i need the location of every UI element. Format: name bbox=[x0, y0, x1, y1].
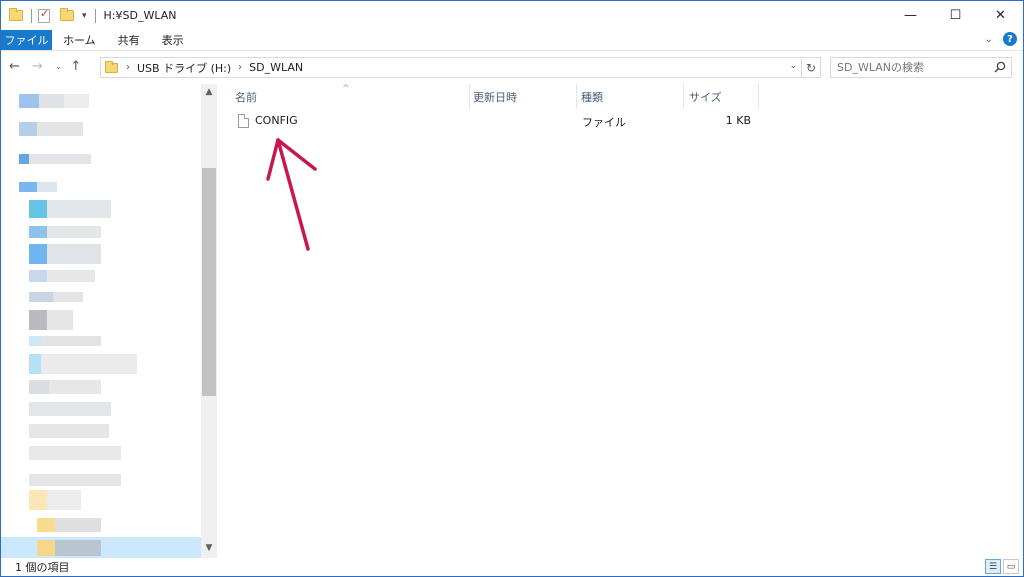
navigation-tree[interactable] bbox=[1, 84, 201, 558]
ribbon-right: ⌄ ? bbox=[985, 32, 1017, 46]
address-bar[interactable]: › USB ドライブ (H:) › SD_WLAN ⌄ bbox=[100, 57, 802, 78]
navigation-buttons: ← → ⌄ ↑ bbox=[9, 59, 93, 74]
view-toggle: ☰ ▭ bbox=[985, 559, 1019, 574]
blurred-nav-item[interactable] bbox=[19, 94, 89, 108]
back-button[interactable]: ← bbox=[9, 59, 20, 74]
window-controls: — ☐ ✕ bbox=[888, 1, 1023, 30]
blurred-nav-item[interactable] bbox=[29, 200, 111, 218]
recent-locations-button[interactable]: ⌄ bbox=[55, 62, 63, 72]
refresh-button[interactable]: ↻ bbox=[802, 57, 821, 78]
tab-home[interactable]: ホーム bbox=[52, 30, 107, 50]
folder-icon[interactable] bbox=[9, 7, 25, 24]
column-header-date[interactable]: 更新日時 bbox=[471, 84, 517, 109]
blurred-nav-item[interactable] bbox=[37, 540, 101, 556]
blurred-nav-item[interactable] bbox=[29, 244, 101, 264]
search-icon[interactable] bbox=[994, 61, 1006, 73]
search-box bbox=[830, 57, 1012, 78]
blurred-nav-item[interactable] bbox=[29, 474, 121, 486]
properties-icon[interactable] bbox=[38, 7, 54, 24]
column-header-size[interactable]: サイズ bbox=[687, 84, 722, 109]
details-view-icon[interactable]: ☰ bbox=[985, 559, 1001, 574]
blurred-nav-item[interactable] bbox=[29, 402, 111, 416]
up-button[interactable]: ↑ bbox=[70, 59, 81, 74]
address-row: ← → ⌄ ↑ › USB ドライブ (H:) › SD_WLAN ⌄ ↻ bbox=[1, 51, 1023, 84]
close-button[interactable]: ✕ bbox=[978, 1, 1023, 30]
explorer-window: ▾ H:¥SD_WLAN — ☐ ✕ ファイル ホーム 共有 表示 ⌄ ? ← … bbox=[0, 0, 1024, 577]
column-divider[interactable] bbox=[576, 84, 577, 109]
navigation-pane: ▲ ▼ bbox=[1, 84, 217, 558]
search-input[interactable] bbox=[837, 61, 987, 74]
forward-button[interactable]: → bbox=[32, 59, 43, 74]
blurred-nav-item[interactable] bbox=[29, 226, 101, 238]
file-list-pane: ^ 名前 更新日時 種類 サイズ CONFIG ファイル 1 KB bbox=[217, 84, 1023, 558]
column-headers: ^ 名前 更新日時 種類 サイズ bbox=[217, 84, 1023, 109]
blurred-nav-item[interactable] bbox=[29, 292, 83, 302]
tab-view[interactable]: 表示 bbox=[151, 30, 195, 50]
status-bar: 1 個の項目 ☰ ▭ bbox=[1, 558, 1023, 576]
column-divider[interactable] bbox=[758, 84, 759, 109]
blurred-nav-item[interactable] bbox=[19, 122, 83, 136]
blurred-nav-item[interactable] bbox=[29, 446, 121, 460]
blurred-nav-item[interactable] bbox=[29, 380, 101, 394]
toolbar-divider bbox=[31, 8, 32, 23]
minimize-button[interactable]: — bbox=[888, 1, 933, 30]
annotation-arrow bbox=[266, 138, 317, 251]
folder-icon bbox=[105, 60, 118, 73]
breadcrumb-sd-wlan[interactable]: SD_WLAN bbox=[249, 61, 303, 74]
column-divider[interactable] bbox=[469, 84, 470, 109]
blurred-nav-item[interactable] bbox=[19, 182, 57, 192]
file-size: 1 KB bbox=[725, 114, 751, 127]
file-type: ファイル bbox=[582, 116, 626, 129]
sort-ascending-icon: ^ bbox=[342, 84, 350, 94]
blurred-nav-item[interactable] bbox=[37, 518, 101, 532]
breadcrumb-separator: › bbox=[126, 62, 130, 73]
large-icons-view-icon[interactable]: ▭ bbox=[1003, 559, 1019, 574]
file-name: CONFIG bbox=[255, 114, 298, 127]
help-icon[interactable]: ? bbox=[1003, 32, 1017, 46]
scroll-up-icon[interactable]: ▲ bbox=[201, 84, 217, 100]
item-count: 1 個の項目 bbox=[15, 561, 70, 574]
customize-toolbar-icon[interactable]: ▾ bbox=[82, 11, 87, 21]
blurred-nav-item[interactable] bbox=[29, 270, 95, 282]
file-icon bbox=[238, 114, 249, 128]
nav-scroll-thumb[interactable] bbox=[202, 168, 216, 396]
blurred-nav-item[interactable] bbox=[29, 310, 73, 330]
blurred-nav-item[interactable] bbox=[29, 336, 101, 346]
address-dropdown-icon[interactable]: ⌄ bbox=[789, 61, 797, 71]
maximize-button[interactable]: ☐ bbox=[933, 1, 978, 30]
window-title: H:¥SD_WLAN bbox=[103, 9, 177, 22]
tab-file[interactable]: ファイル bbox=[1, 30, 52, 50]
breadcrumb-separator: › bbox=[238, 62, 243, 73]
column-header-name[interactable]: 名前 bbox=[233, 84, 257, 109]
tab-share[interactable]: 共有 bbox=[107, 30, 151, 50]
column-divider[interactable] bbox=[683, 84, 684, 109]
quick-access-toolbar: ▾ H:¥SD_WLAN bbox=[1, 7, 177, 24]
blurred-nav-item[interactable] bbox=[19, 154, 91, 164]
breadcrumb-usb-drive[interactable]: USB ドライブ (H:) bbox=[137, 60, 231, 76]
expand-ribbon-icon[interactable]: ⌄ bbox=[985, 34, 993, 45]
blurred-nav-item[interactable] bbox=[29, 490, 81, 510]
selected-nav-item[interactable] bbox=[1, 537, 201, 558]
scroll-down-icon[interactable]: ▼ bbox=[201, 540, 217, 556]
blurred-nav-item[interactable] bbox=[29, 354, 137, 374]
column-header-type[interactable]: 種類 bbox=[579, 84, 603, 109]
toolbar-divider bbox=[94, 8, 96, 23]
blurred-nav-item[interactable] bbox=[29, 424, 109, 438]
title-bar: ▾ H:¥SD_WLAN — ☐ ✕ bbox=[1, 1, 1023, 30]
file-row[interactable]: CONFIG ファイル 1 KB bbox=[217, 110, 762, 132]
ribbon-tabs: ファイル ホーム 共有 表示 ⌄ ? bbox=[1, 30, 1023, 51]
new-folder-icon[interactable] bbox=[60, 7, 76, 24]
